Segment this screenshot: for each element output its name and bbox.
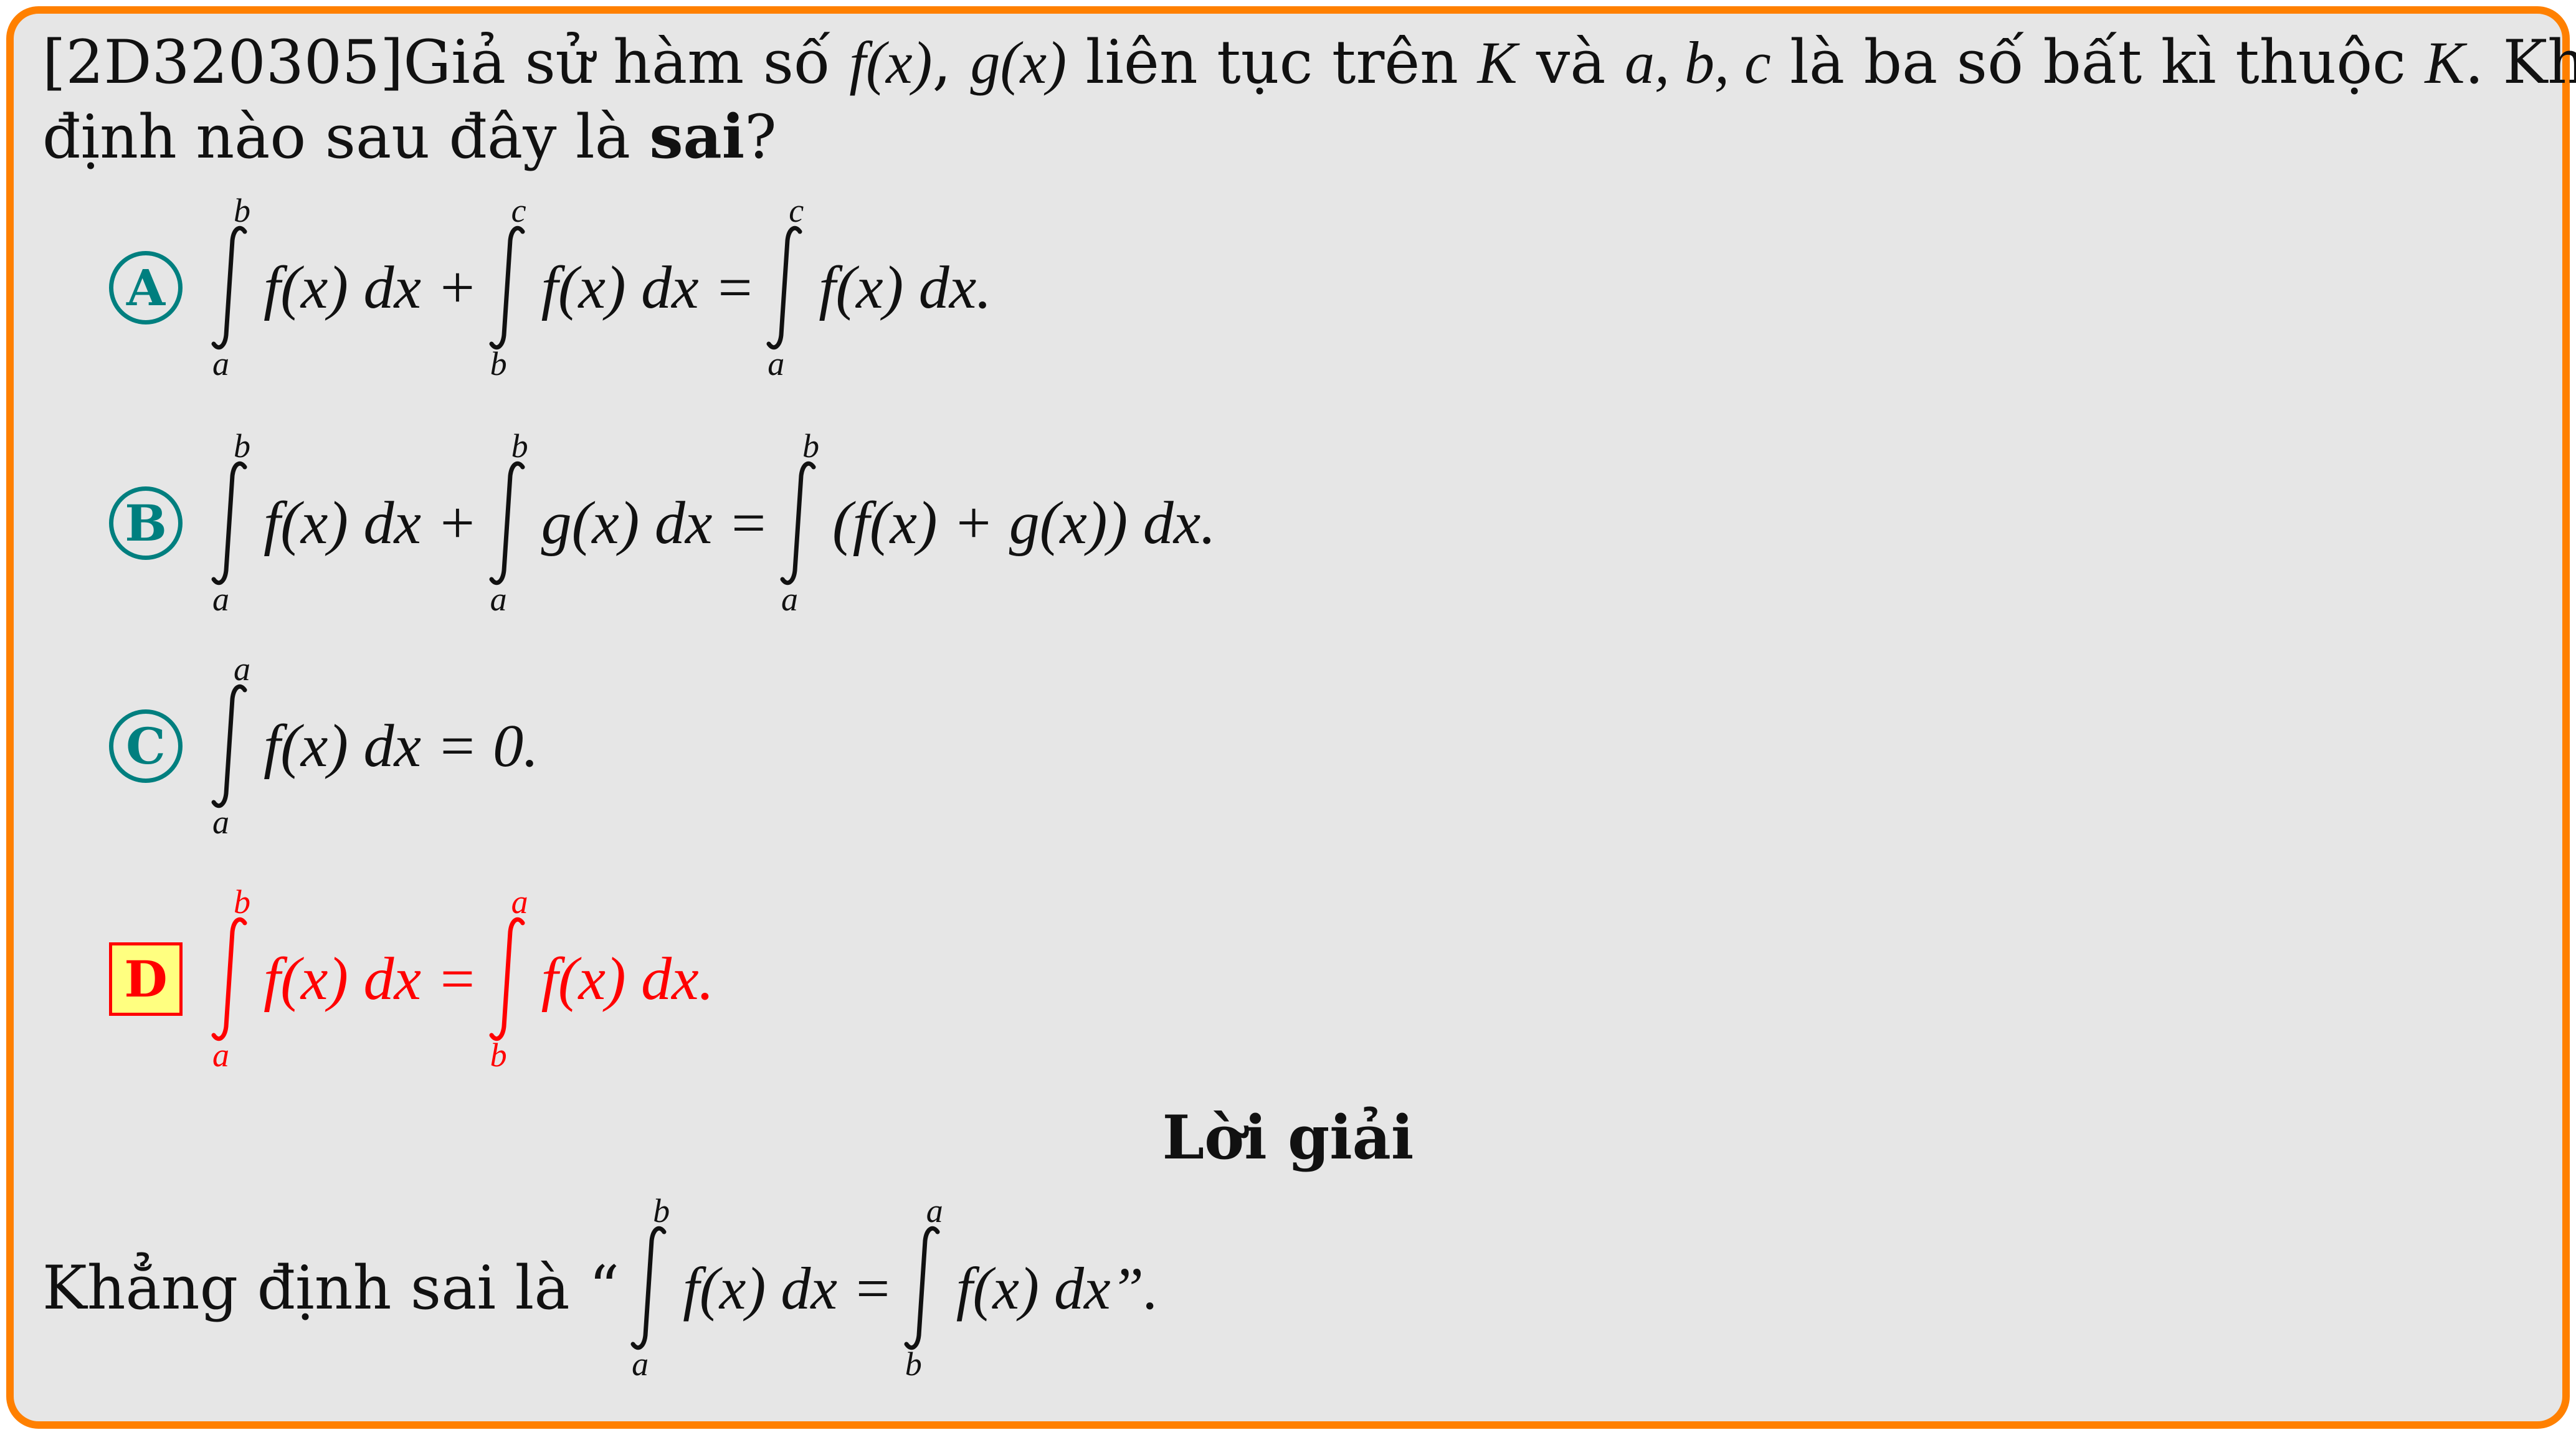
integral-icon (904, 1226, 940, 1350)
option-label-d[interactable]: D (109, 942, 183, 1016)
question-line-1: [2D320305]Giả sử hàm số f(x), g(x) liên … (42, 27, 2576, 97)
integral-sign: b a (487, 429, 528, 616)
integral-sign: a b (487, 885, 528, 1072)
integral-icon (766, 225, 802, 350)
integral-icon (489, 917, 525, 1041)
math-gx: g(x) (970, 29, 1067, 96)
option-label-b[interactable]: B (109, 486, 183, 560)
solution-title: Lời giải (1162, 1102, 1414, 1173)
integral-sign: b a (209, 885, 250, 1072)
integral-sign: b a (209, 194, 250, 381)
integral-sign: c b (487, 194, 528, 381)
option-label-c[interactable]: C (109, 709, 183, 783)
math-k: K (1477, 29, 1518, 96)
integral-icon (630, 1226, 667, 1350)
option-a[interactable]: A b a f(x) dx + c b f(x) dx = c a f(x) d… (109, 163, 992, 412)
option-c[interactable]: C a a f(x) dx = 0. (109, 622, 539, 871)
integral-sign: a b (901, 1194, 943, 1381)
integral-icon (211, 684, 247, 808)
math-k-2: K (2425, 29, 2465, 96)
option-label-a[interactable]: A (109, 251, 183, 324)
math-fx: f(x) (849, 29, 933, 96)
solution-line: Khẳng định sai là “ b a f(x) dx = a b f(… (42, 1192, 1159, 1383)
integral-sign: b a (209, 429, 250, 616)
solution-text: Khẳng định sai là “ (42, 1253, 620, 1323)
math-abc: a, b, c (1625, 29, 1771, 96)
integral-sign: b a (777, 429, 819, 616)
integral-sign: a a (209, 652, 250, 839)
option-d[interactable]: D b a f(x) dx = a b f(x) dx. (109, 855, 714, 1104)
integral-sign: c a (764, 194, 805, 381)
integral-icon (780, 461, 816, 585)
emphasis-sai: sai (649, 102, 745, 172)
integral-icon (489, 225, 525, 350)
integral-sign: b a (628, 1194, 670, 1381)
integral-icon (211, 461, 247, 585)
question-code: [2D320305] (42, 27, 404, 97)
integral-icon (211, 917, 247, 1041)
integral-icon (211, 225, 247, 350)
option-b[interactable]: B b a f(x) dx + b a g(x) dx = b a (f(x) … (109, 399, 1216, 648)
integral-icon (489, 461, 525, 585)
